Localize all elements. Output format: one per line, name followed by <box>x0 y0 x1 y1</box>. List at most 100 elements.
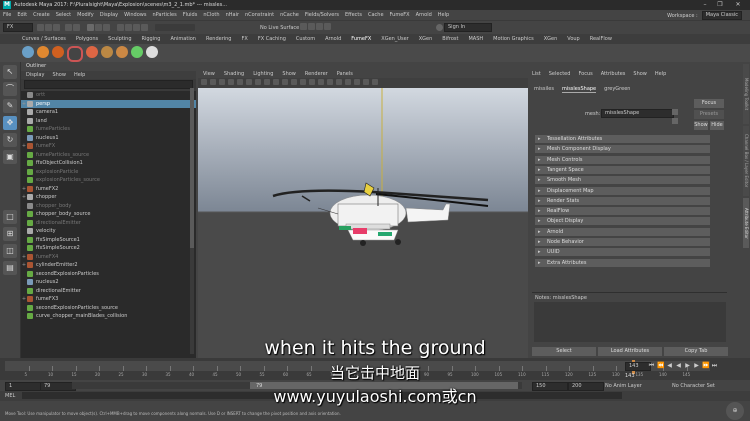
shelf-tab-xgen-user[interactable]: XGen_User <box>381 36 408 42</box>
attr-section-tangent-space[interactable]: Tangent Space <box>535 165 710 174</box>
camera-icon[interactable] <box>201 79 207 85</box>
shelf-tab-realflow[interactable]: RealFlow <box>590 36 612 42</box>
shelf-tab-animation[interactable]: Animation <box>170 36 196 42</box>
outliner-item[interactable]: ffxSimpleSource2 <box>21 244 196 253</box>
outliner-item[interactable]: + persp <box>21 99 196 108</box>
attr-section-arnold[interactable]: Arnold <box>535 227 710 236</box>
shelf-tab-custom[interactable]: Custom <box>296 36 315 42</box>
viewport-menu-view[interactable]: View <box>203 71 215 77</box>
attr-menu-attributes[interactable]: Attributes <box>601 71 626 77</box>
viewport-menu-shading[interactable]: Shading <box>224 71 244 77</box>
render-frame-icon[interactable] <box>300 23 307 30</box>
save-scene-icon[interactable] <box>53 24 60 31</box>
goto-input-icon[interactable] <box>672 109 678 115</box>
select-hierarchy-icon[interactable] <box>87 24 94 31</box>
anti-alias-icon[interactable] <box>327 79 333 85</box>
shelf-tab-arnold[interactable]: Arnold <box>325 36 341 42</box>
xray-icon[interactable] <box>345 79 351 85</box>
viewport-menu-panels[interactable]: Panels <box>337 71 353 77</box>
smooth-shade-icon[interactable] <box>273 79 279 85</box>
outliner-item[interactable]: ffxObjectCollision1 <box>21 159 196 168</box>
close-button[interactable]: ✕ <box>733 1 743 9</box>
outliner-item[interactable]: chopper_body_source <box>21 210 196 219</box>
attr-section-tessellation-attributes[interactable]: Tessellation Attributes <box>535 135 710 143</box>
menu-effects[interactable]: Effects <box>345 12 362 18</box>
outliner-item[interactable]: velocity <box>21 227 196 236</box>
menu-display[interactable]: Display <box>100 12 118 18</box>
menu-edit[interactable]: Edit <box>17 12 27 18</box>
menu-help[interactable]: Help <box>438 12 449 18</box>
fumefx-ui-icon[interactable] <box>146 46 158 58</box>
user-icon[interactable] <box>436 24 443 31</box>
attr-section-object-display[interactable]: Object Display <box>535 217 710 226</box>
fumefx-collision-icon[interactable] <box>131 46 143 58</box>
menu-fluids[interactable]: Fluids <box>183 12 198 18</box>
snap-point-icon[interactable] <box>133 24 140 31</box>
menu-nhair[interactable]: nHair <box>226 12 239 18</box>
menu-cache[interactable]: Cache <box>368 12 384 18</box>
shelf-tab-motion-graphics[interactable]: Motion Graphics <box>493 36 534 42</box>
fumefx-grid-icon[interactable] <box>22 46 34 58</box>
shelf-tab-fx-caching[interactable]: FX Caching <box>258 36 286 42</box>
attr-section-extra-attributes[interactable]: Extra Attributes <box>535 258 710 267</box>
workspace-select[interactable]: Maya Classic <box>701 11 742 20</box>
menu-create[interactable]: Create <box>33 12 50 18</box>
outliner-item[interactable]: directionalEmitter <box>21 287 196 296</box>
rotate-tool-icon[interactable]: ↻ <box>3 133 17 147</box>
outliner-item[interactable]: + fumeFX4 <box>21 253 196 262</box>
side-tab-channel-box[interactable]: Channel Box / Layer Editor <box>743 126 749 196</box>
grid-icon[interactable] <box>237 79 243 85</box>
attr-tab-greygreen[interactable]: greyGreen <box>604 86 630 93</box>
outliner-item[interactable]: explosionParticles_source <box>21 176 196 185</box>
fumefx-object-source-icon[interactable] <box>101 46 113 58</box>
attr-section-realflow[interactable]: RealFlow <box>535 207 710 216</box>
snap-view-icon[interactable] <box>141 24 148 31</box>
mesh-name-field[interactable]: misslesShape <box>601 109 674 118</box>
notes-field[interactable] <box>534 302 726 342</box>
snap-curve-icon[interactable] <box>125 24 132 31</box>
isolate-select-icon[interactable] <box>336 79 342 85</box>
outliner-item[interactable]: fumeParticles_source <box>21 151 196 160</box>
fumefx-particle-icon[interactable] <box>52 46 64 58</box>
shelf-tab-bifrost[interactable]: Bifrost <box>442 36 458 42</box>
shelf-tab-rigging[interactable]: Rigging <box>142 36 161 42</box>
hide-button[interactable]: Hide <box>710 121 724 130</box>
menu-ncache[interactable]: nCache <box>280 12 299 18</box>
menuset-select[interactable]: FX <box>3 23 33 32</box>
side-by-side-layout-icon[interactable]: ◫ <box>3 244 17 258</box>
attr-menu-selected[interactable]: Selected <box>549 71 571 77</box>
menu-modify[interactable]: Modify <box>77 12 94 18</box>
menu-nconstraint[interactable]: nConstraint <box>245 12 274 18</box>
shelf-tab-rendering[interactable]: Rendering <box>206 36 232 42</box>
shelf-tab-mash[interactable]: MASH <box>468 36 483 42</box>
xray-joints-icon[interactable] <box>354 79 360 85</box>
film-gate-icon[interactable] <box>246 79 252 85</box>
outliner-menu-show[interactable]: Show <box>52 71 66 79</box>
outliner-item[interactable]: explosionParticle <box>21 168 196 177</box>
menu-windows[interactable]: Windows <box>124 12 146 18</box>
new-scene-icon[interactable] <box>37 24 44 31</box>
motion-blur-icon[interactable] <box>318 79 324 85</box>
fumefx-source-icon[interactable] <box>37 46 49 58</box>
shelf-tab-sculpting[interactable]: Sculpting <box>108 36 131 42</box>
attr-section-mesh-controls[interactable]: Mesh Controls <box>535 155 710 164</box>
outliner-menu-help[interactable]: Help <box>74 71 85 79</box>
attr-tab-missiles[interactable]: missiles <box>534 86 554 93</box>
shelf-tab-xgen[interactable]: XGen <box>544 36 558 42</box>
outliner-item[interactable]: ortt <box>21 91 196 100</box>
outliner-menu-display[interactable]: Display <box>26 71 44 79</box>
fumefx-wind-icon[interactable] <box>116 46 128 58</box>
ambient-occlusion-icon[interactable] <box>309 79 315 85</box>
viewport-menu-show[interactable]: Show <box>282 71 296 77</box>
outliner-item[interactable]: + fumeFX3 <box>21 295 196 304</box>
outliner-item[interactable]: ffxSimpleSource1 <box>21 236 196 245</box>
attr-section-mesh-component-display[interactable]: Mesh Component Display <box>535 145 710 154</box>
shelf-tab-fx[interactable]: FX <box>242 36 248 42</box>
menu-select[interactable]: Select <box>56 12 71 18</box>
fumefx-simple-source-icon[interactable] <box>86 46 98 58</box>
live-surface-field[interactable] <box>155 24 195 31</box>
redo-icon[interactable] <box>73 24 80 31</box>
select-component-icon[interactable] <box>103 24 110 31</box>
outliner-item[interactable]: secondExplosionParticles_source <box>21 304 196 313</box>
goto-output-icon[interactable] <box>672 118 678 124</box>
